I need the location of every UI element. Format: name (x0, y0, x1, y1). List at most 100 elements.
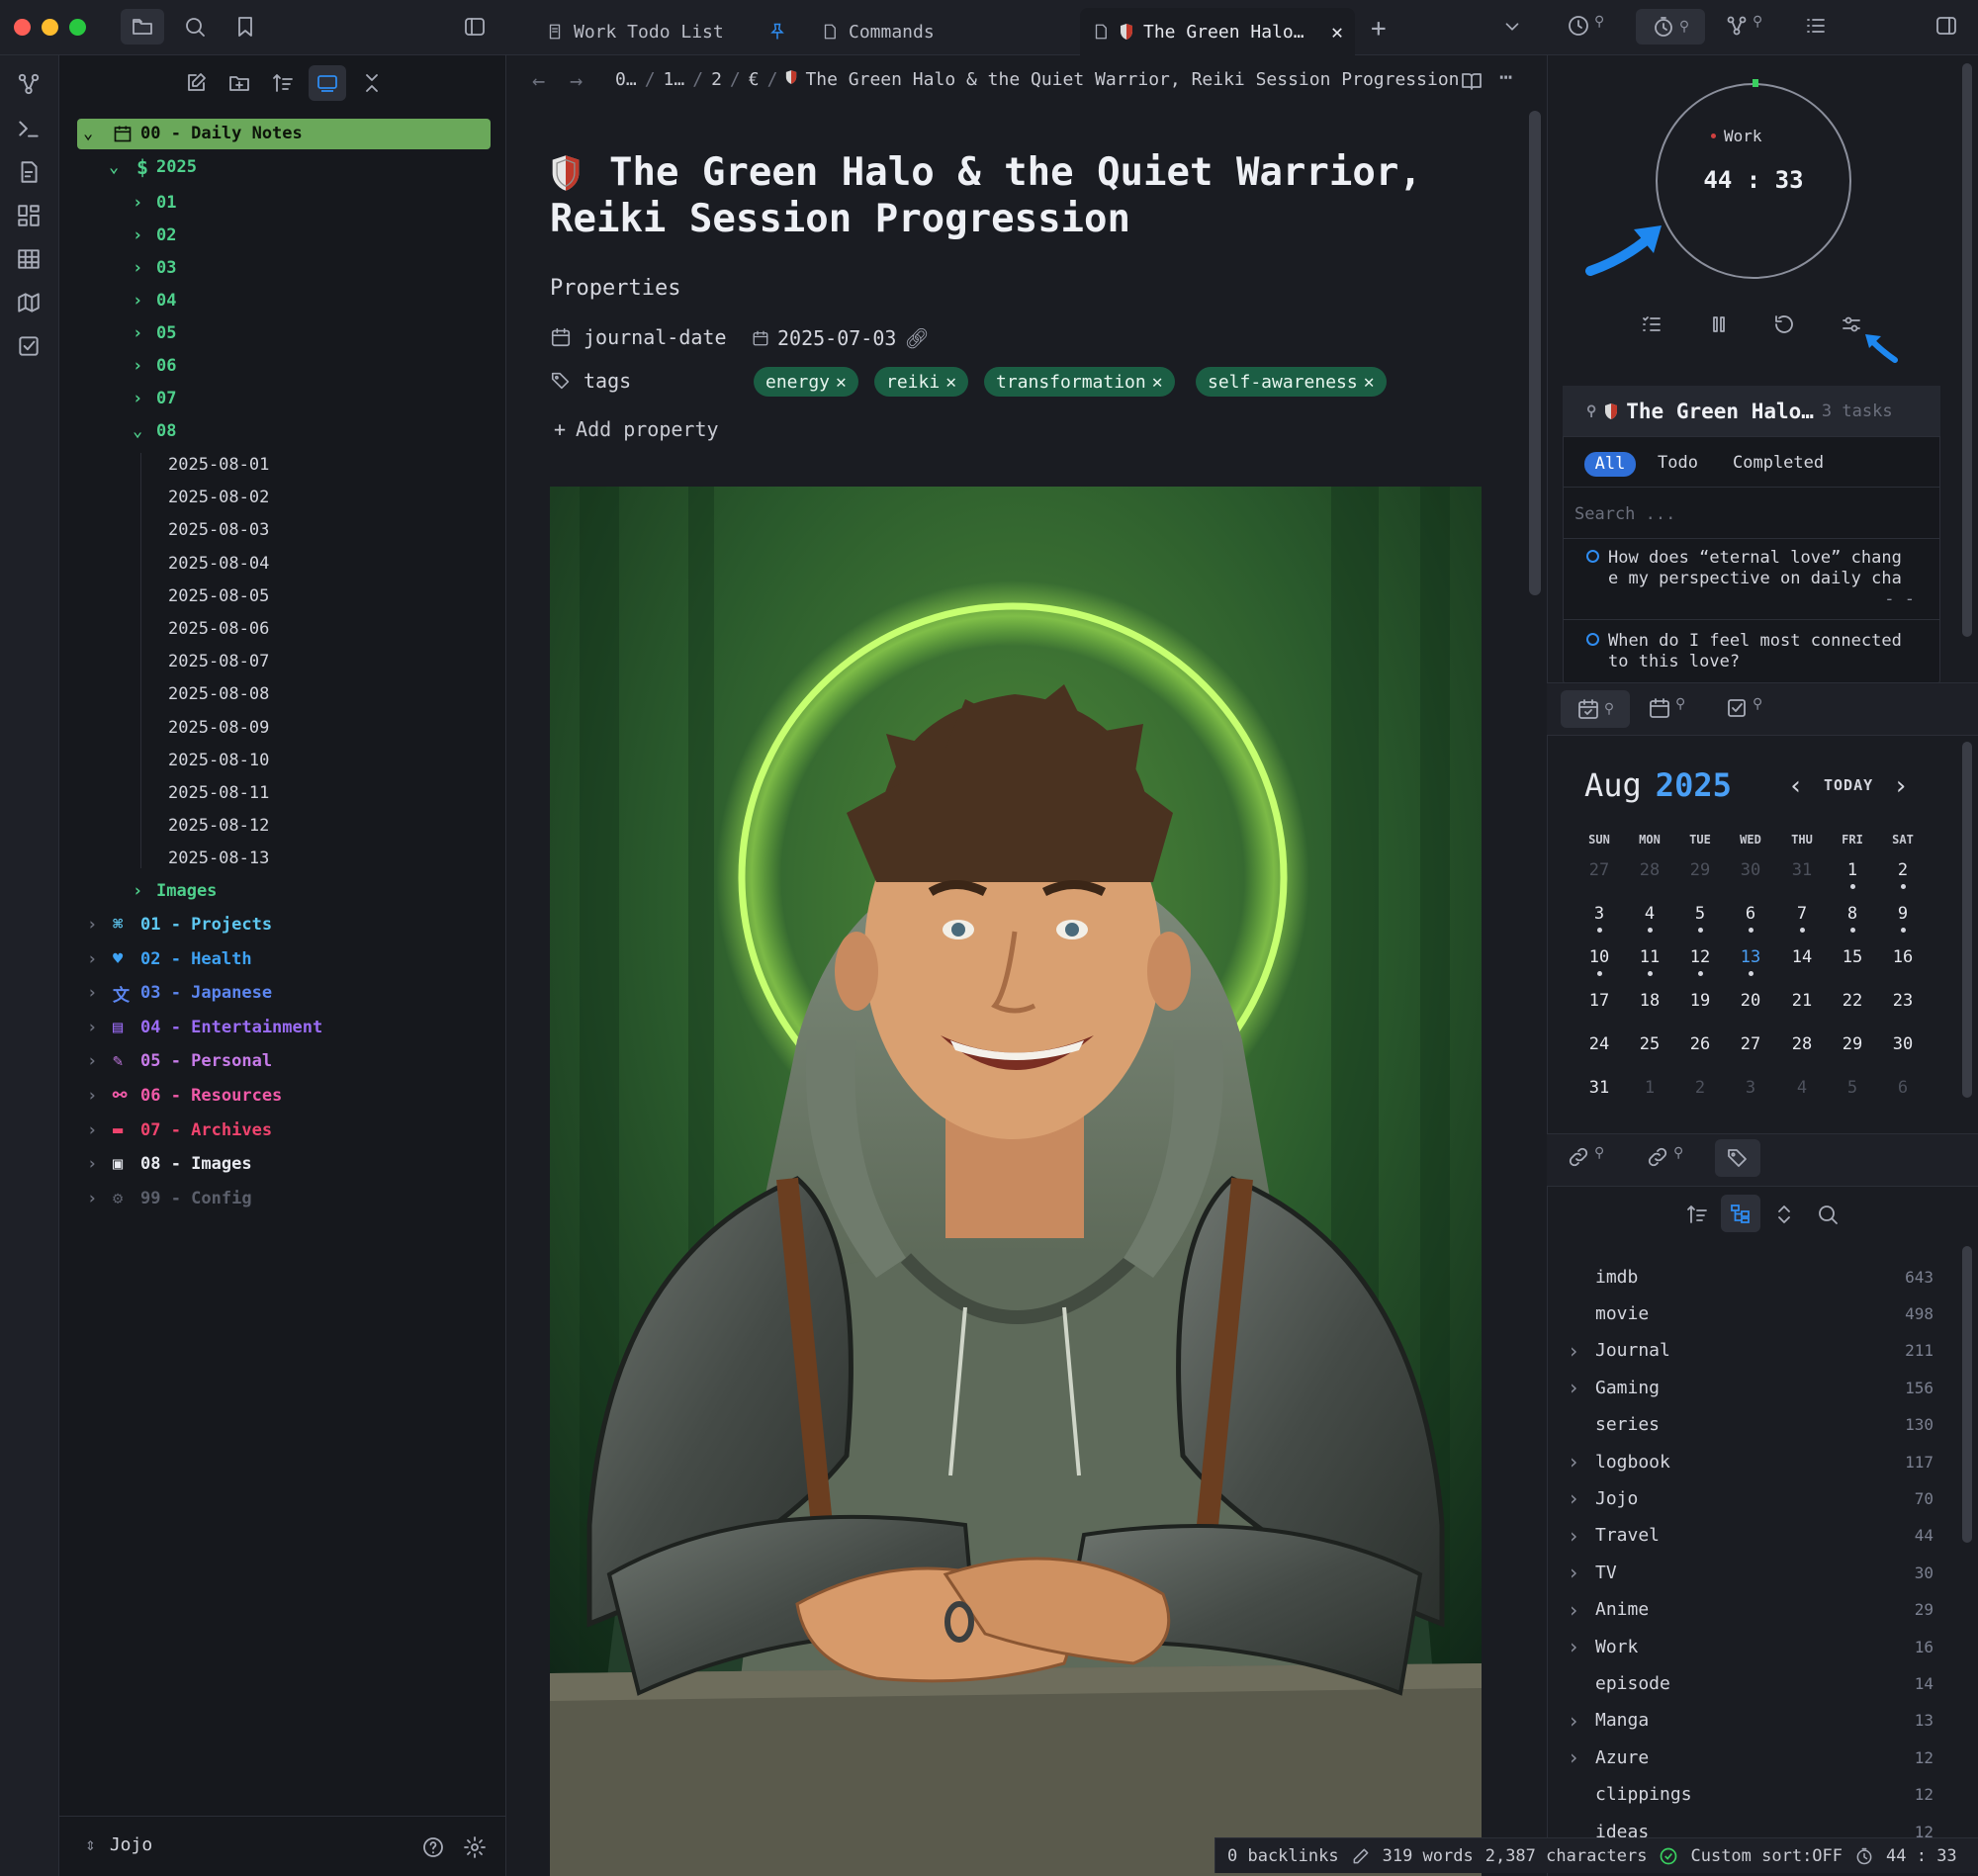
sort-icon[interactable] (271, 71, 295, 95)
periodic-tab[interactable]: ⚲ (1648, 696, 1685, 720)
tag-row[interactable]: › Gaming 156 (1568, 1370, 1933, 1405)
month-folder[interactable]: › 05 (133, 318, 176, 348)
toggle-right-sidebar-icon[interactable] (1934, 14, 1958, 38)
breadcrumb-item[interactable]: 2 (711, 69, 722, 90)
pencil-icon[interactable] (1351, 1846, 1371, 1866)
remove-tag-icon[interactable]: ✕ (945, 372, 956, 393)
vault-folder[interactable]: › 文 03 - Japanese (87, 978, 272, 1008)
calendar-day[interactable]: 18 (1625, 991, 1674, 1011)
vault-folder[interactable]: › ♥ 02 - Health (87, 944, 252, 974)
calendar-day[interactable]: 9 (1878, 904, 1928, 933)
tag-sort-icon[interactable] (1685, 1203, 1709, 1226)
zoom-window-button[interactable] (69, 19, 86, 36)
calendar-day[interactable]: 23 (1878, 991, 1928, 1011)
forward-arrow-icon[interactable]: → (570, 69, 583, 94)
timer-settings-icon[interactable] (1840, 313, 1863, 336)
remove-tag-icon[interactable]: ✕ (1364, 372, 1375, 393)
terminal-icon[interactable] (16, 116, 42, 141)
tag-pill[interactable]: reiki ✕ (874, 367, 969, 397)
calendar-day[interactable]: 12 (1675, 947, 1725, 976)
calendar-day[interactable]: 20 (1726, 991, 1775, 1011)
reset-icon[interactable] (1772, 313, 1796, 336)
calendar-day[interactable]: 17 (1574, 991, 1624, 1011)
tag-hierarchy-icon[interactable] (1721, 1195, 1760, 1232)
chevron-right-icon[interactable]: › (1568, 1709, 1595, 1733)
tab-list-chevron-icon[interactable] (1501, 16, 1523, 38)
calendar-day[interactable]: 14 (1777, 947, 1827, 967)
calendar-day[interactable]: 31 (1777, 860, 1827, 880)
tag-row[interactable]: › logbook 117 (1568, 1444, 1933, 1479)
calendar-day[interactable]: 25 (1625, 1034, 1674, 1054)
calendar-day[interactable]: 6 (1726, 904, 1775, 933)
daily-note-item[interactable]: 2025-08-09 (168, 713, 269, 743)
property-date-value[interactable]: 2025-07-03 🔗︎ (752, 326, 930, 350)
toggle-left-sidebar-icon[interactable] (453, 9, 496, 45)
vault-folder[interactable]: › ▤ 04 - Entertainment (87, 1013, 322, 1042)
right-scrollbar[interactable] (1962, 63, 1972, 637)
calendar-tab[interactable]: ⚲ (1561, 690, 1630, 728)
filter-completed[interactable]: Completed (1733, 453, 1824, 473)
vault-folder[interactable]: › ⚯ 06 - Resources (87, 1081, 282, 1111)
tag-search-icon[interactable] (1816, 1203, 1840, 1226)
add-property-button[interactable]: + Add property (554, 417, 719, 441)
calendar-day[interactable]: 3 (1574, 904, 1624, 933)
images-subfolder[interactable]: › Images (133, 876, 217, 906)
calendar-day[interactable]: 1 (1828, 860, 1877, 889)
pomodoro-tab[interactable]: ⚲ (1636, 9, 1705, 45)
new-folder-icon[interactable] (227, 71, 251, 95)
graph-tab[interactable]: ⚲ (1725, 14, 1762, 38)
close-window-button[interactable] (14, 19, 31, 36)
vault-folder[interactable]: › ▬ 07 - Archives (87, 1116, 272, 1145)
bookmark-icon[interactable] (224, 9, 267, 45)
remove-tag-icon[interactable]: ✕ (1152, 372, 1163, 393)
tag-pill[interactable]: transformation ✕ (984, 367, 1175, 397)
tag-row[interactable]: › TV 30 (1568, 1555, 1933, 1590)
recent-files-tab[interactable]: ⚲ (1567, 14, 1604, 38)
task-checkbox[interactable] (1586, 550, 1599, 563)
tag-row[interactable]: imdb 643 (1568, 1259, 1933, 1295)
month-folder[interactable]: ⌄ 08 (133, 416, 176, 446)
new-tab-icon[interactable]: + (1371, 14, 1387, 44)
vault-switcher[interactable]: ⇕ Jojo (85, 1834, 152, 1855)
back-arrow-icon[interactable]: ← (532, 69, 545, 94)
daily-note-item[interactable]: 2025-08-01 (168, 450, 269, 480)
calendar-day[interactable]: 30 (1878, 1034, 1928, 1054)
tag-row[interactable]: › Work 16 (1568, 1629, 1933, 1664)
minimize-window-button[interactable] (42, 19, 58, 36)
map-icon[interactable] (16, 290, 42, 315)
chevron-right-icon[interactable]: › (1568, 1486, 1595, 1510)
calendar-day[interactable]: 2 (1675, 1078, 1725, 1098)
calendar-day[interactable]: 24 (1574, 1034, 1624, 1054)
remove-tag-icon[interactable]: ✕ (836, 372, 847, 393)
prev-month-chevron-icon[interactable]: ‹ (1788, 771, 1804, 801)
calendar-scrollbar[interactable] (1962, 742, 1972, 1098)
tag-pill[interactable]: self-awareness ✕ (1196, 367, 1387, 397)
calendar-day[interactable]: 26 (1675, 1034, 1725, 1054)
property-tags-key[interactable]: tags (550, 369, 631, 393)
calendar-day[interactable]: 6 (1878, 1078, 1928, 1098)
templates-icon[interactable] (16, 159, 42, 185)
chevron-right-icon[interactable]: › (1568, 1339, 1595, 1363)
daily-note-item[interactable]: 2025-08-11 (168, 778, 269, 808)
sync-check-icon[interactable] (1659, 1846, 1678, 1866)
calendar-day[interactable]: 10 (1574, 947, 1624, 976)
expand-collapse-icon[interactable] (1772, 1203, 1796, 1226)
calendar-day[interactable]: 15 (1828, 947, 1877, 967)
auto-reveal-icon[interactable] (309, 65, 346, 101)
pin-icon[interactable] (767, 22, 787, 42)
tags-tab[interactable] (1715, 1139, 1760, 1177)
tag-row[interactable]: › Anime 29 (1568, 1592, 1933, 1628)
help-icon[interactable] (421, 1835, 445, 1859)
tags-scrollbar[interactable] (1962, 1246, 1972, 1543)
table-icon[interactable] (16, 246, 42, 272)
daily-note-item[interactable]: 2025-08-13 (168, 844, 269, 873)
reading-view-icon[interactable] (1460, 69, 1484, 93)
chevron-right-icon[interactable]: › (1568, 1635, 1595, 1658)
graph-view-icon[interactable] (16, 71, 42, 97)
daily-note-item[interactable]: 2025-08-05 (168, 581, 269, 611)
calendar-day[interactable]: 4 (1777, 1078, 1827, 1098)
calendar-day[interactable]: 28 (1777, 1034, 1827, 1054)
chevron-right-icon[interactable]: › (1568, 1561, 1595, 1584)
custom-sort-status[interactable]: Custom sort:OFF (1690, 1846, 1843, 1866)
daily-note-item[interactable]: 2025-08-02 (168, 483, 269, 512)
